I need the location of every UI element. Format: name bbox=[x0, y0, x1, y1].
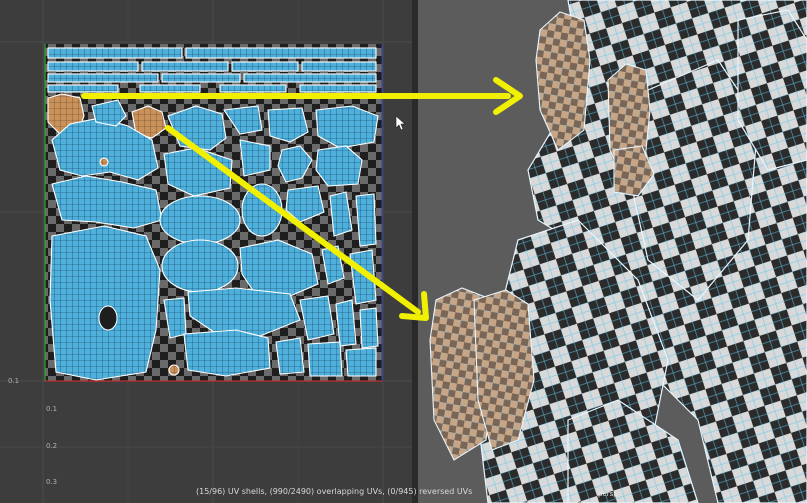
uv-editor-panel[interactable]: 0.1 0.1 0.2 0.3 bbox=[0, 0, 412, 503]
camera-name-label: persp bbox=[598, 490, 618, 498]
v-tick-label: 0.1 bbox=[46, 405, 58, 413]
viewport-canvas[interactable] bbox=[418, 0, 807, 503]
uv-status-bar: (15/96) UV shells, (990/2490) overlappin… bbox=[196, 487, 473, 496]
v-tick-label: 0.3 bbox=[46, 478, 58, 486]
uv-editor-canvas[interactable] bbox=[0, 0, 412, 503]
3d-viewport[interactable] bbox=[418, 0, 807, 503]
u-axis-label: 0.1 bbox=[8, 377, 20, 385]
v-tick-label: 0.2 bbox=[46, 442, 58, 450]
